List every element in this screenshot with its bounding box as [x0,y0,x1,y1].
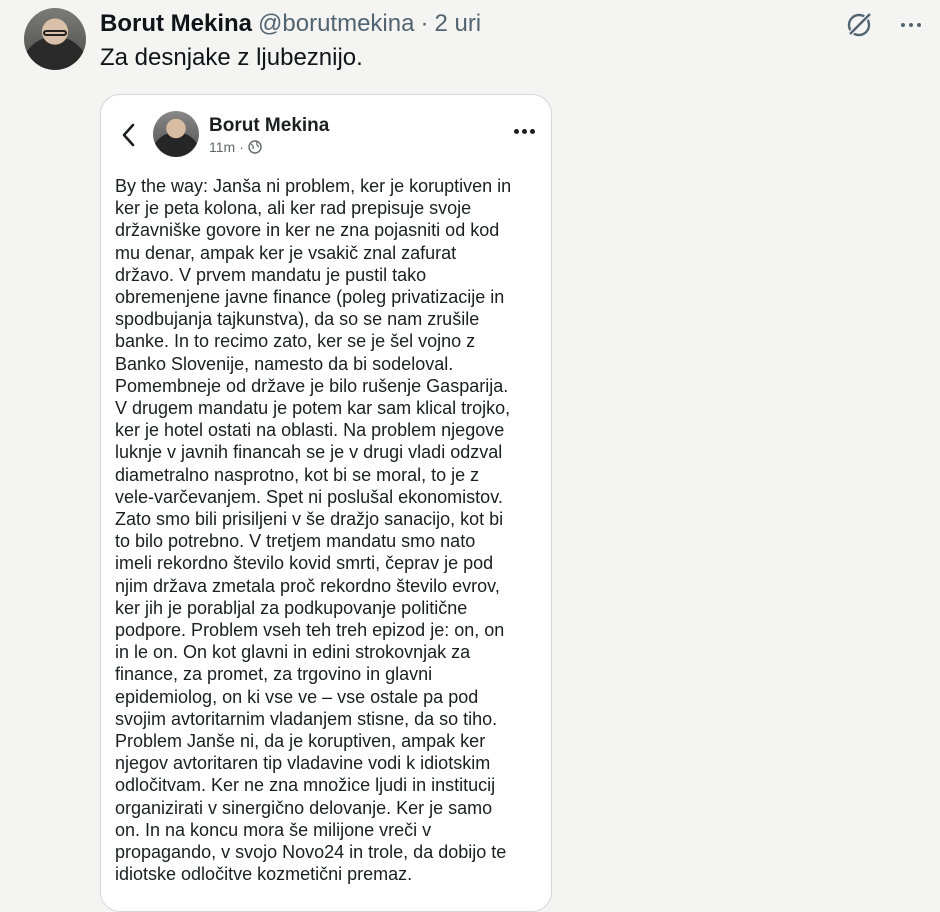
post-body: By the way: Janša ni problem, ker je kor… [115,175,543,886]
tweet-text: Za desnjake z ljubeznijo. [100,44,363,71]
post-sep: · [239,139,244,155]
post-text-line: V drugem mandatu je potem kar sam klical… [115,398,511,419]
post-avatar [153,111,199,157]
separator: · [420,10,429,37]
post-text-line: on. In na koncu mora še milijone vreči v [115,819,432,840]
post-text-line: to bilo potrebno. V tretjem mandatu smo … [115,531,476,552]
post-text-line: odločitvam. Ker ne zna množice ljudi in … [115,775,496,796]
avatar[interactable] [24,8,86,70]
post-text-line: diametralno nasprotno, kot bi se moral, … [115,464,480,485]
author-name[interactable]: Borut Mekina [100,10,252,38]
post-text-line: Banko Slovenije, namesto da bi sodeloval… [115,353,454,374]
post-text-line: mu denar, ampak ker je vsakič znal zafur… [115,242,457,263]
post-text-line: ker jih je porabljal za podkupovanje pol… [115,597,468,618]
post-text-line: finance, za promet, za trgovino in glavn… [115,664,433,685]
grok-icon[interactable] [844,10,874,40]
glasses-detail [43,30,67,36]
post-text-line: državo. V prvem mandatu je pustil tako [115,264,427,285]
tweet-header: Borut Mekina @borutmekina · 2 uri [100,10,481,38]
post-text-line: ker je peta kolona, ali ker rad prepisuj… [115,198,472,219]
tweet-actions [844,10,926,40]
author-handle[interactable]: @borutmekina [258,10,414,38]
post-text-line: By the way: Janša ni problem, ker je kor… [115,176,512,196]
post-text-line: Pomembneje od države je bilo rušenje Gas… [115,375,509,396]
post-text-line: Problem Janše ni, da je koruptiven, ampa… [115,731,486,752]
media-screenshot[interactable]: Borut Mekina 11m · By the way: Janša ni … [100,94,552,912]
post-text-line: spodbujanja tajkunstva), da so se nam zr… [115,309,480,330]
post-text-line: in le on. On kot glavni in edini strokov… [115,642,471,663]
post-author: Borut Mekina [209,115,330,136]
post-text-line: podpore. Problem vseh teh treh epizod je… [115,620,505,641]
post-more-icon [514,129,535,134]
post-text-line: njegov avtoritaren tip vladavine vodi k … [115,753,491,774]
post-text-line: organizirati v sinergično delovanje. Ker… [115,797,493,818]
post-meta: 11m · [209,139,262,155]
post-text-line: svojim avtoritarnim vladanjem stisne, da… [115,708,498,729]
chevron-left-icon [122,123,135,147]
post-text-line: Zato smo bili prisiljeni v še dražjo san… [115,509,504,530]
post-text-line: imeli rekordno število kovid smrti, čepr… [115,553,494,574]
post-time: 11m [209,139,236,155]
post-text-line: obremenjene javne finance (poleg privati… [115,287,505,308]
tweet: Borut Mekina @borutmekina · 2 uri Za des… [0,0,940,912]
timestamp[interactable]: 2 uri [434,10,481,38]
more-dots-icon[interactable] [896,10,926,40]
post-text-line: vele-varčevanjem. Spet ni poslušal ekono… [115,486,503,507]
post-text-line: državniške govore in ker ne zna pojasnit… [115,220,500,241]
post-text-line: epidemiolog, on ki vse ve – vse ostale p… [115,686,479,707]
post-text-line: idiotske odločitve kozmetični premaz. [115,864,413,885]
post-text-line: banke. In to recimo zato, ker se je šel … [115,331,476,352]
post-text-line: propagando, v svojo Novo24 in trole, da … [115,842,507,863]
post-text-line: ker je hotel ostati na oblasti. Na probl… [115,420,505,441]
post-text-line: luknje v javnih financah se je v drugi v… [115,442,503,463]
globe-icon [248,140,262,154]
post-text-line: njim država zmetala proč rekordno števil… [115,575,500,596]
